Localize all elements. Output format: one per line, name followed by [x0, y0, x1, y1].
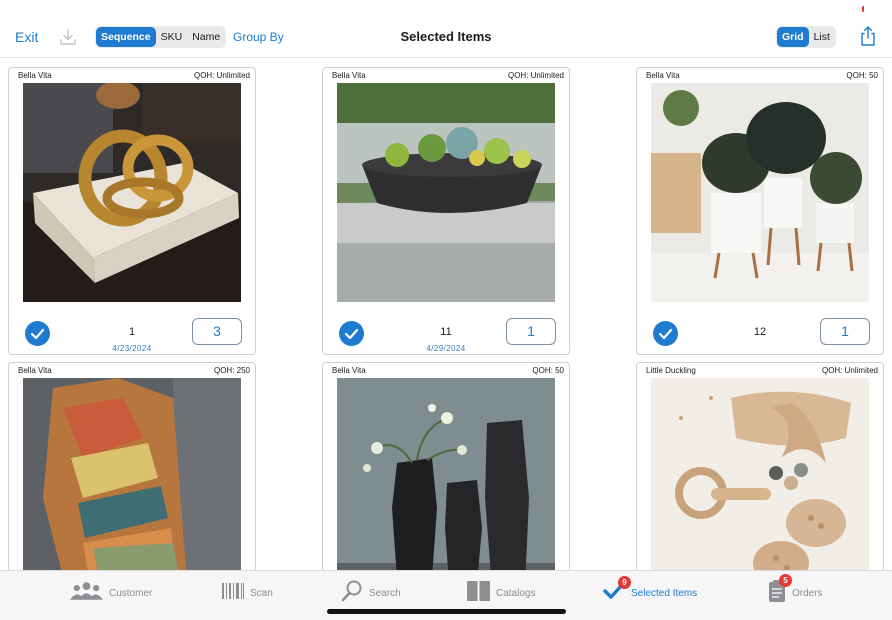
product-image[interactable] [337, 83, 555, 302]
quantity-button[interactable]: 3 [192, 318, 242, 345]
book-icon [467, 580, 490, 606]
checkmark-icon: 9 [603, 575, 631, 605]
people-icon [70, 581, 103, 606]
item-card[interactable]: Bella Vita QOH: Unlimited 11 4/29/2024 1 [322, 67, 570, 355]
tab-selected-items[interactable]: 9 Selected Items [603, 575, 698, 609]
tab-orders[interactable]: 5 Orders [768, 573, 823, 609]
top-toolbar: Exit Sequence SKU Name Group By Selected… [0, 0, 892, 58]
tab-label: Search [369, 587, 401, 599]
tab-label: Scan [250, 587, 273, 599]
item-card[interactable]: Bella Vita QOH: 50 [636, 67, 884, 355]
page-title: Selected Items [400, 29, 492, 44]
group-by-button[interactable]: Group By [233, 30, 284, 44]
tab-label: Orders [792, 587, 823, 599]
sort-option-name[interactable]: Name [187, 27, 225, 47]
tab-label: Catalogs [496, 587, 536, 599]
quantity-button[interactable]: 1 [820, 318, 870, 345]
view-option-grid[interactable]: Grid [777, 27, 809, 47]
product-image[interactable] [337, 378, 555, 570]
sort-segmented-control: Sequence SKU Name [95, 26, 227, 48]
qoh-label: QOH: Unlimited [507, 71, 564, 80]
selected-items-badge: 9 [618, 575, 631, 589]
vendor-label: Bella Vita [332, 71, 366, 80]
orders-badge: 5 [779, 573, 792, 587]
item-card[interactable]: Bella Vita QOH: 250 [8, 362, 256, 570]
exit-button[interactable]: Exit [15, 29, 38, 45]
sort-option-sequence[interactable]: Sequence [96, 27, 156, 47]
home-indicator [327, 609, 566, 614]
quantity-button[interactable]: 1 [506, 318, 556, 345]
tab-label: Customer [109, 587, 153, 599]
magnifier-icon [341, 580, 363, 607]
tab-catalogs[interactable]: Catalogs [467, 577, 535, 609]
tab-search[interactable]: Search [341, 577, 401, 609]
view-segmented-control: Grid List [776, 26, 836, 48]
barcode-icon [222, 582, 244, 604]
items-grid: Bella Vita QOH: Unlimited 1 4/23/2024 3 … [0, 58, 892, 570]
qoh-label: QOH: 50 [846, 71, 878, 80]
tab-label: Selected Items [631, 587, 698, 599]
vendor-label: Bella Vita [18, 366, 52, 375]
product-image[interactable] [651, 83, 869, 302]
product-image[interactable] [651, 378, 869, 570]
qoh-label: QOH: 50 [532, 366, 564, 375]
tab-customer[interactable]: Customer [70, 577, 152, 609]
download-icon[interactable] [58, 27, 78, 47]
qoh-label: QOH: Unlimited [821, 366, 878, 375]
item-card[interactable]: Bella Vita QOH: 50 [322, 362, 570, 570]
item-card[interactable]: Little Duckling QOH: Unlimited [636, 362, 884, 570]
share-icon[interactable] [858, 25, 878, 47]
product-image[interactable] [23, 83, 241, 302]
product-image[interactable] [23, 378, 241, 570]
sort-option-sku[interactable]: SKU [156, 27, 188, 47]
item-card[interactable]: Bella Vita QOH: Unlimited 1 4/23/2024 3 [8, 67, 256, 355]
vendor-label: Bella Vita [18, 71, 52, 80]
qoh-label: QOH: Unlimited [193, 71, 250, 80]
vendor-label: Bella Vita [332, 366, 366, 375]
view-option-list[interactable]: List [809, 27, 835, 47]
clipboard-icon: 5 [768, 573, 792, 607]
vendor-label: Little Duckling [646, 366, 696, 375]
tab-scan[interactable]: Scan [222, 577, 273, 609]
qoh-label: QOH: 250 [213, 366, 250, 375]
item-date: 4/29/2024 [426, 344, 466, 353]
vendor-label: Bella Vita [646, 71, 680, 80]
item-date: 4/23/2024 [112, 344, 152, 353]
